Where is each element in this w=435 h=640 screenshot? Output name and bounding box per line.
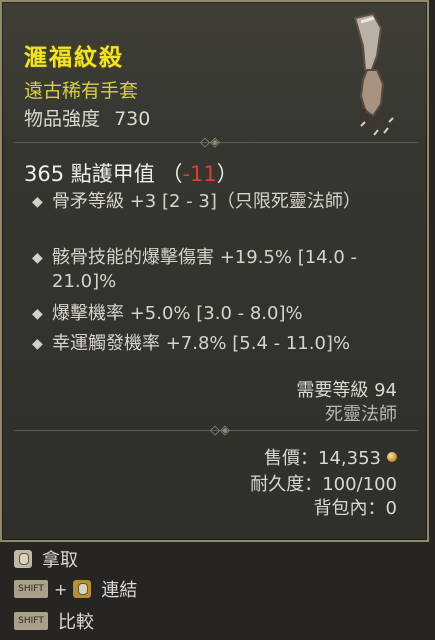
shift-key-icon: SHIFT [14, 580, 48, 598]
item-power-value: 730 [114, 108, 151, 130]
link-action-label: 連結 [101, 580, 138, 601]
item-rarity-type: 遠古稀有手套 [24, 80, 139, 102]
divider-ornament: ◇◈ [200, 135, 220, 150]
diamond-bullet-icon: ◆ [32, 306, 43, 322]
item-power: 物品強度 730 [24, 104, 150, 131]
affix-text: 骨矛等級 +3 [2 - 3]（只限死靈法師） [52, 191, 361, 212]
footer-divider: ◇◈ [14, 424, 418, 438]
item-name: 滙福紋殺 [24, 45, 124, 71]
affix-item: ◆ 骸骨技能的爆擊傷害 +19.5% [14.0 - 21.0]% [32, 246, 402, 294]
armor-delta: -11 [182, 162, 217, 186]
diamond-bullet-icon: ◆ [32, 336, 43, 352]
sell-price: 售價：14,353 [264, 444, 397, 470]
armor-stat: 365 點護甲值 （-11） [24, 158, 238, 188]
affix-text: 幸運觸發機率 +7.8% [5.4 - 11.0]% [52, 333, 351, 354]
armor-value: 365 [24, 162, 65, 186]
affix-item: ◆ 幸運觸發機率 +7.8% [5.4 - 11.0]% [32, 332, 402, 356]
divider-ornament: ◇◈ [210, 423, 230, 438]
plus-sign: + [54, 579, 68, 599]
link-action[interactable]: SHIFT + 連結 [14, 578, 138, 601]
mouse-left-icon [14, 550, 32, 568]
affix-text: 骸骨技能的爆擊傷害 +19.5% [14.0 - 21.0]% [52, 247, 358, 292]
take-action[interactable]: 拿取 [14, 548, 78, 571]
item-power-label: 物品強度 [24, 108, 101, 130]
armor-open-paren: （ [161, 162, 183, 186]
armor-label: 點護甲值 [70, 162, 155, 186]
header-divider: ◇◈ [14, 136, 418, 150]
diamond-bullet-icon: ◆ [32, 194, 43, 210]
compare-action[interactable]: SHIFT 比較 [14, 610, 94, 633]
gauntlet-icon [353, 12, 394, 137]
durability: 耐久度：100/100 [250, 474, 397, 495]
mouse-left-icon [73, 580, 92, 598]
armor-close-paren: ） [216, 162, 238, 186]
take-action-label: 拿取 [42, 550, 78, 571]
gold-coin-icon [387, 452, 397, 462]
diamond-bullet-icon: ◆ [32, 250, 43, 266]
item-tooltip: 滙福紋殺 遠古稀有手套 物品強度 730 ◇◈ 365 點護甲值 （-11） ◆… [0, 0, 429, 542]
shift-key-icon: SHIFT [14, 612, 48, 630]
required-class: 死靈法師 [325, 404, 397, 425]
affix-item: ◆ 爆擊機率 +5.0% [3.0 - 8.0]% [32, 302, 402, 326]
inventory-count: 背包內：0 [313, 498, 397, 519]
sell-price-text: 售價：14,353 [264, 448, 381, 469]
compare-action-label: 比較 [58, 612, 94, 633]
required-level: 需要等級 94 [296, 380, 397, 401]
affix-text: 爆擊機率 +5.0% [3.0 - 8.0]% [52, 303, 303, 324]
affix-item: ◆ 骨矛等級 +3 [2 - 3]（只限死靈法師） [32, 190, 402, 214]
